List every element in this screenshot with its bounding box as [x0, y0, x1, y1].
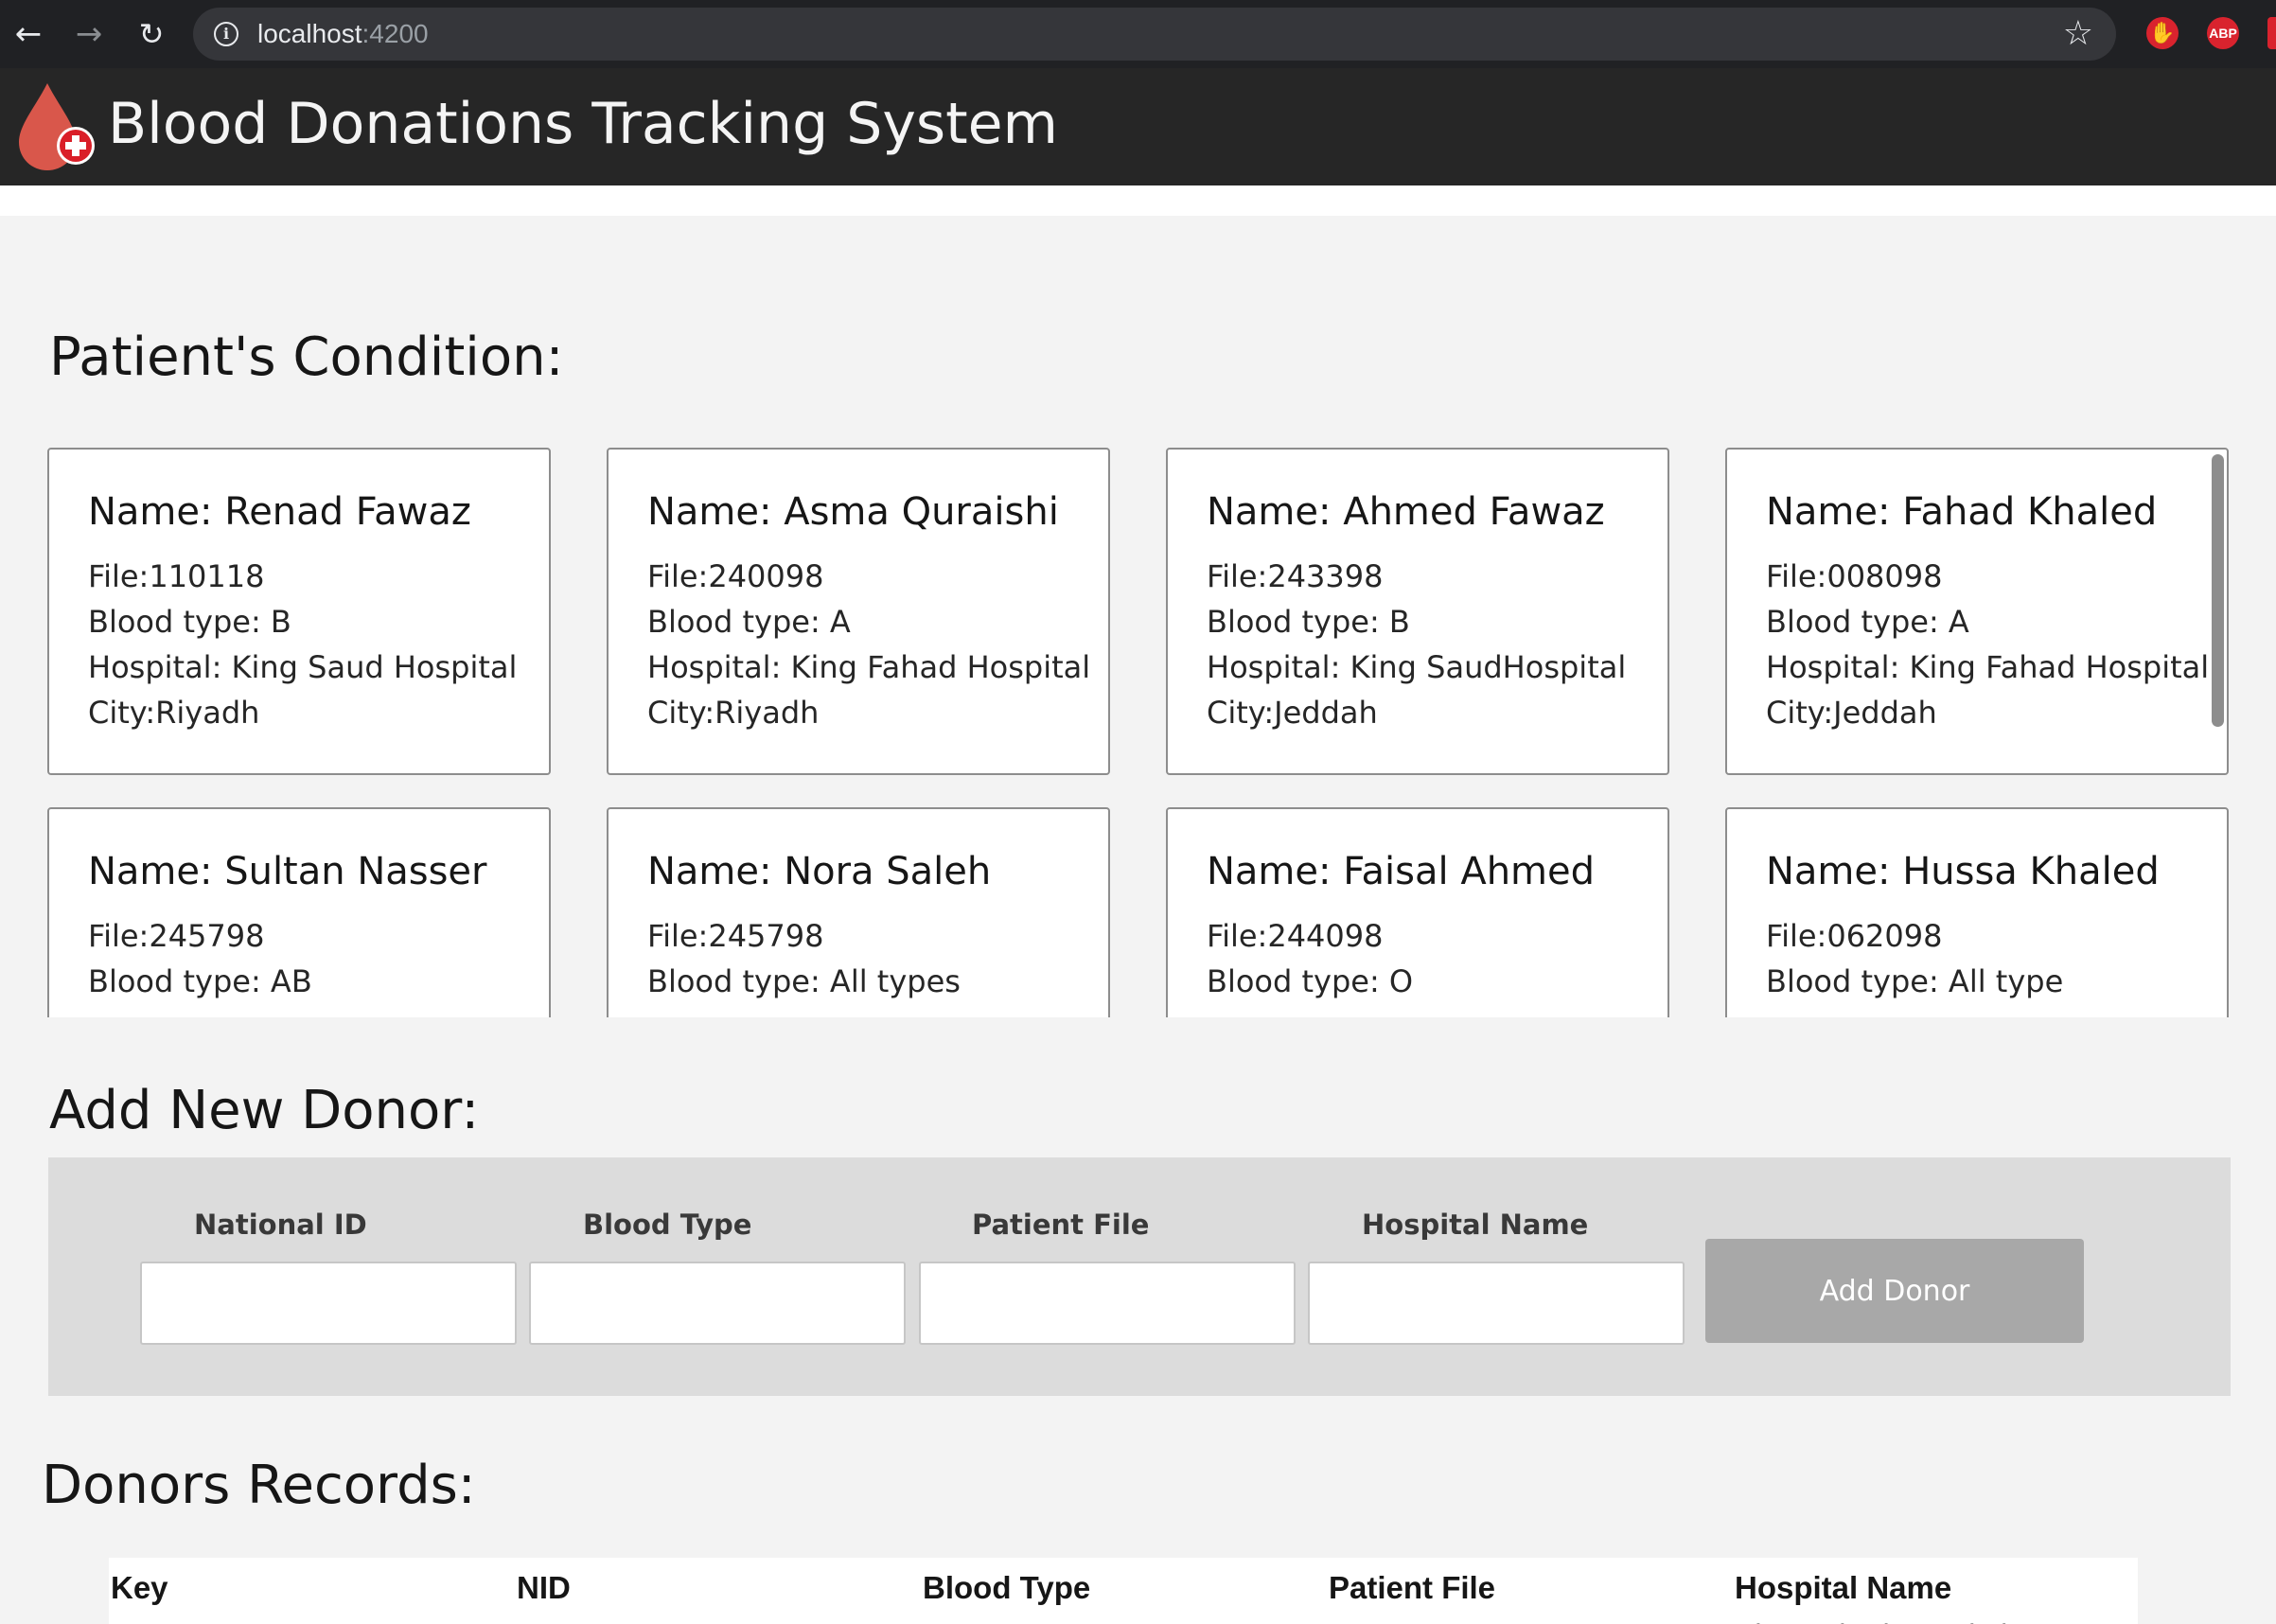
patient-file: File:110118 [88, 558, 265, 594]
patient-hospital: Hospital: King SaudHospital [1207, 649, 1627, 685]
patient-name: Name: Hussa Khaled [1766, 850, 2160, 893]
donors-records-heading: Donors Records: [42, 1455, 476, 1516]
hospital-name-label: Hospital Name [1362, 1209, 1589, 1241]
table-cell: RECORD0 [111, 1615, 258, 1624]
patient-card[interactable]: Name: Ahmed Fawaz File:243398 Blood type… [1166, 448, 1669, 775]
patient-name: Name: Fahad Khaled [1766, 490, 2158, 534]
patient-blood-type: Blood type: O [1207, 963, 1414, 999]
patient-name: Name: Ahmed Fawaz [1207, 490, 1605, 534]
patient-card[interactable]: Name: Fahad Khaled File:008098 Blood typ… [1725, 448, 2229, 775]
patient-name: Name: Asma Quraishi [647, 490, 1059, 534]
patient-blood-type: Blood type: A [1766, 604, 1969, 640]
patient-name: Name: Nora Saleh [647, 850, 992, 893]
patient-card[interactable]: Name: Renad Fawaz File:110118 Blood type… [47, 448, 551, 775]
patient-blood-type: Blood type: B [88, 604, 291, 640]
patient-blood-type: Blood type: A [647, 604, 851, 640]
patient-file-label: Patient File [972, 1209, 1150, 1241]
blood-drop-logo-icon [19, 83, 95, 170]
patient-file: File:244098 [1207, 918, 1384, 954]
patient-blood-type: Blood type: AB [88, 963, 312, 999]
patients-list[interactable]: Name: Renad Fawaz File:110118 Blood type… [47, 448, 2232, 1017]
forward-arrow-icon[interactable]: → [68, 13, 110, 55]
patient-hospital: Hospital: King Fahad Hospital [1766, 649, 2210, 685]
url-text[interactable]: localhost:4200 [257, 18, 429, 50]
url-port: :4200 [362, 19, 429, 48]
patient-name: Name: Faisal Ahmed [1207, 850, 1596, 893]
patient-name: Name: Renad Fawaz [88, 490, 471, 534]
site-info-icon[interactable]: i [214, 22, 238, 46]
column-header-blood-type[interactable]: Blood Type [923, 1567, 1090, 1609]
column-header-patient-file[interactable]: Patient File [1329, 1567, 1495, 1609]
bookmark-star-icon[interactable]: ☆ [2063, 13, 2093, 55]
table-cell: King Fahad Hospital [1735, 1615, 2007, 1624]
patient-card[interactable]: Name: Faisal Ahmed File:244098 Blood typ… [1166, 807, 1669, 1017]
patient-file: File:245798 [647, 918, 824, 954]
patient-city: City:Riyadh [88, 695, 260, 731]
blood-type-input[interactable] [529, 1262, 906, 1345]
extension-icon[interactable] [2267, 17, 2276, 49]
patient-name: Name: Sultan Nasser [88, 850, 487, 893]
patients-heading: Patient's Condition: [49, 327, 564, 388]
patient-blood-type: Blood type: All type [1766, 963, 2064, 999]
patient-file: File:243398 [1207, 558, 1384, 594]
header-divider [0, 185, 2276, 216]
table-cell: A [923, 1615, 943, 1624]
reload-icon[interactable]: ↻ [131, 13, 172, 55]
patient-card[interactable]: Name: Asma Quraishi File:240098 Blood ty… [607, 448, 1110, 775]
browser-toolbar: ← → ↻ i localhost:4200 ☆ ✋ ABP [0, 0, 2276, 68]
blood-type-label: Blood Type [583, 1209, 752, 1241]
patient-file: File:245798 [88, 918, 265, 954]
column-header-nid[interactable]: NID [517, 1567, 571, 1609]
url-host: localhost [257, 19, 362, 48]
patient-blood-type: Blood type: B [1207, 604, 1410, 640]
hospital-name-input[interactable] [1308, 1262, 1685, 1345]
patients-scrollbar[interactable] [2212, 454, 2224, 727]
ad-block-icon[interactable]: ✋ [2146, 17, 2179, 49]
address-bar[interactable]: i localhost:4200 ☆ [193, 8, 2116, 61]
app-title: Blood Donations Tracking System [108, 91, 1058, 157]
national-id-input[interactable] [140, 1262, 517, 1345]
patient-city: City:Jeddah [1207, 695, 1378, 731]
patient-hospital: Hospital: King Fahad Hospital [647, 649, 1091, 685]
patient-file: File:062098 [1766, 918, 1943, 954]
patient-card[interactable]: Name: Sultan Nasser File:245798 Blood ty… [47, 807, 551, 1017]
patient-card[interactable]: Name: Nora Saleh File:245798 Blood type:… [607, 807, 1110, 1017]
back-arrow-icon[interactable]: ← [8, 13, 49, 55]
add-donor-button[interactable]: Add Donor [1705, 1239, 2084, 1343]
table-cell: 10203778819 [517, 1615, 702, 1624]
app-header: Blood Donations Tracking System [0, 68, 2276, 185]
patient-hospital: Hospital: King Saud Hospital [88, 649, 518, 685]
add-donor-heading: Add New Donor: [49, 1080, 480, 1141]
column-header-hospital-name[interactable]: Hospital Name [1735, 1567, 1951, 1609]
abp-icon[interactable]: ABP [2207, 17, 2239, 49]
donors-table: Key NID Blood Type Patient File Hospital… [109, 1558, 2138, 1624]
patient-file-input[interactable] [919, 1262, 1296, 1345]
patient-blood-type: Blood type: All types [647, 963, 961, 999]
table-cell: 202001 [1329, 1615, 1430, 1624]
patient-file: File:008098 [1766, 558, 1943, 594]
patient-file: File:240098 [647, 558, 824, 594]
patient-city: City:Jeddah [1766, 695, 1937, 731]
add-donor-form: National ID Blood Type Patient File Hosp… [48, 1157, 2231, 1396]
column-header-key[interactable]: Key [111, 1567, 168, 1609]
national-id-label: National ID [194, 1209, 367, 1241]
patient-city: City:Riyadh [647, 695, 820, 731]
patient-card[interactable]: Name: Hussa Khaled File:062098 Blood typ… [1725, 807, 2229, 1017]
